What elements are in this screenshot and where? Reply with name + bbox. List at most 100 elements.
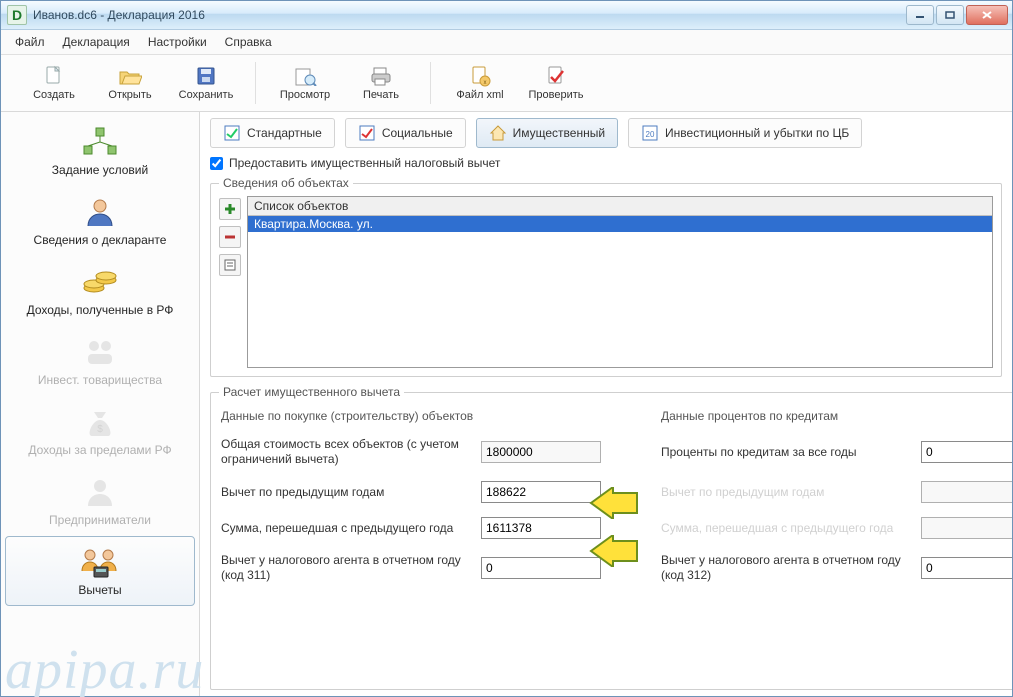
tab-invest-label: Инвестиционный и убытки по ЦБ [665, 126, 849, 140]
nav-deductions-label: Вычеты [78, 583, 121, 597]
agent-312-input[interactable] [921, 557, 1012, 579]
invest-partner-icon [78, 335, 122, 369]
titlebar: D Иванов.dc6 - Декларация 2016 [1, 1, 1012, 30]
tool-print-label: Печать [363, 89, 399, 101]
tool-check[interactable]: Проверить [521, 62, 591, 104]
app-icon: D [7, 5, 27, 25]
plus-icon [224, 203, 236, 215]
total-cost-input [481, 441, 601, 463]
tool-print[interactable]: Печать [346, 62, 416, 104]
tool-open[interactable]: Открыть [95, 62, 165, 104]
nav-income-rf[interactable]: Доходы, полученные в РФ [5, 256, 195, 326]
provide-deduction-checkbox[interactable] [210, 157, 223, 170]
invest-tab-icon: 20 [641, 124, 659, 142]
provide-deduction-label: Предоставить имущественный налоговый выч… [229, 156, 500, 170]
prev-years-deduction-input[interactable] [481, 481, 601, 503]
window-buttons [906, 5, 1008, 25]
social-tab-icon [358, 124, 376, 142]
total-cost-label: Общая стоимость всех объектов (с учетом … [221, 437, 471, 467]
tool-preview-label: Просмотр [280, 89, 330, 101]
svg-text:x: x [484, 80, 487, 86]
maximize-button[interactable] [936, 5, 964, 25]
tool-preview[interactable]: Просмотр [270, 62, 340, 104]
nav-deductions[interactable]: Вычеты [5, 536, 195, 606]
objects-fieldset: Сведения об объектах Сп [210, 176, 1002, 377]
tool-create[interactable]: Создать [19, 62, 89, 104]
minimize-button[interactable] [906, 5, 934, 25]
content: Задание условий Сведения о декларанте До… [1, 112, 1012, 696]
tab-social[interactable]: Социальные [345, 118, 466, 148]
maximize-icon [945, 11, 955, 19]
menu-help[interactable]: Справка [219, 32, 278, 52]
entrepreneur-icon [78, 475, 122, 509]
nav-declarant[interactable]: Сведения о декларанте [5, 186, 195, 256]
loan-prev-years-label: Вычет по предыдущим годам [661, 485, 911, 500]
menu-settings[interactable]: Настройки [142, 32, 213, 52]
new-file-icon [41, 65, 67, 87]
tab-property[interactable]: Имущественный [476, 118, 618, 148]
objects-list[interactable]: Список объектов Квартира.Москва. ул. [247, 196, 993, 368]
open-folder-icon [117, 65, 143, 87]
loan-interest-input[interactable] [921, 441, 1012, 463]
coins-icon [78, 265, 122, 299]
tool-xml[interactable]: x Файл xml [445, 62, 515, 104]
loan-carried-over-label: Сумма, перешедшая с предыдущего года [661, 521, 911, 536]
edit-icon [224, 259, 236, 271]
agent-312-label: Вычет у налогового агента в отчетном год… [661, 553, 911, 583]
provide-deduction-row: Предоставить имущественный налоговый выч… [210, 154, 1002, 174]
calc-head-loans: Данные процентов по кредитам [661, 409, 1012, 423]
calc-fieldset: Расчет имущественного вычета Данные по п… [210, 385, 1012, 690]
moneybag-icon: $ [78, 405, 122, 439]
calc-legend: Расчет имущественного вычета [219, 385, 404, 399]
nav-invest-partner-label: Инвест. товарищества [38, 373, 162, 387]
nav-declarant-label: Сведения о декларанте [34, 233, 167, 247]
window-title: Иванов.dc6 - Декларация 2016 [33, 8, 900, 22]
objects-legend: Сведения об объектах [219, 176, 353, 190]
tool-create-label: Создать [33, 89, 75, 101]
deductions-icon [78, 545, 122, 579]
loan-prev-years-input [921, 481, 1012, 503]
menubar: Файл Декларация Настройки Справка [1, 30, 1012, 55]
calc-head-purchase: Данные по покупке (строительству) объект… [221, 409, 601, 423]
tool-open-label: Открыть [108, 89, 151, 101]
svg-text:$: $ [97, 424, 103, 435]
standard-tab-icon [223, 124, 241, 142]
tool-check-label: Проверить [528, 89, 583, 101]
tab-standard[interactable]: Стандартные [210, 118, 335, 148]
carried-over-label: Сумма, перешедшая с предыдущего года [221, 521, 471, 536]
property-tab-icon [489, 124, 507, 142]
tab-invest[interactable]: 20 Инвестиционный и убытки по ЦБ [628, 118, 862, 148]
object-row-selected[interactable]: Квартира.Москва. ул. [248, 216, 992, 232]
window: D Иванов.dc6 - Декларация 2016 Файл Декл… [0, 0, 1013, 697]
nav-conditions-label: Задание условий [52, 163, 148, 177]
xml-file-icon: x [467, 65, 493, 87]
objects-toolbar [219, 196, 241, 368]
edit-object-button[interactable] [219, 254, 241, 276]
add-object-button[interactable] [219, 198, 241, 220]
objects-list-header: Список объектов [248, 197, 992, 216]
preview-icon [292, 65, 318, 87]
left-nav: Задание условий Сведения о декларанте До… [1, 112, 200, 696]
tool-xml-label: Файл xml [456, 89, 503, 101]
loan-carried-over-input [921, 517, 1012, 539]
close-button[interactable] [966, 5, 1008, 25]
carried-over-input[interactable] [481, 517, 601, 539]
minimize-icon [915, 11, 925, 19]
tab-standard-label: Стандартные [247, 126, 322, 140]
tool-save[interactable]: Сохранить [171, 62, 241, 104]
svg-text:20: 20 [646, 130, 655, 139]
menu-file[interactable]: Файл [9, 32, 51, 52]
print-icon [368, 65, 394, 87]
prev-years-deduction-label: Вычет по предыдущим годам [221, 485, 471, 500]
close-icon [981, 10, 993, 20]
nav-entrepreneur-label: Предприниматели [49, 513, 151, 527]
calc-grid: Данные по покупке (строительству) объект… [219, 405, 1012, 593]
agent-311-input[interactable] [481, 557, 601, 579]
nav-entrepreneur: Предприниматели [5, 466, 195, 536]
menu-decl[interactable]: Декларация [57, 32, 136, 52]
nav-invest-partner: Инвест. товарищества [5, 326, 195, 396]
remove-object-button[interactable] [219, 226, 241, 248]
nav-conditions[interactable]: Задание условий [5, 116, 195, 186]
loan-interest-label: Проценты по кредитам за все годы [661, 445, 911, 460]
check-icon [543, 65, 569, 87]
